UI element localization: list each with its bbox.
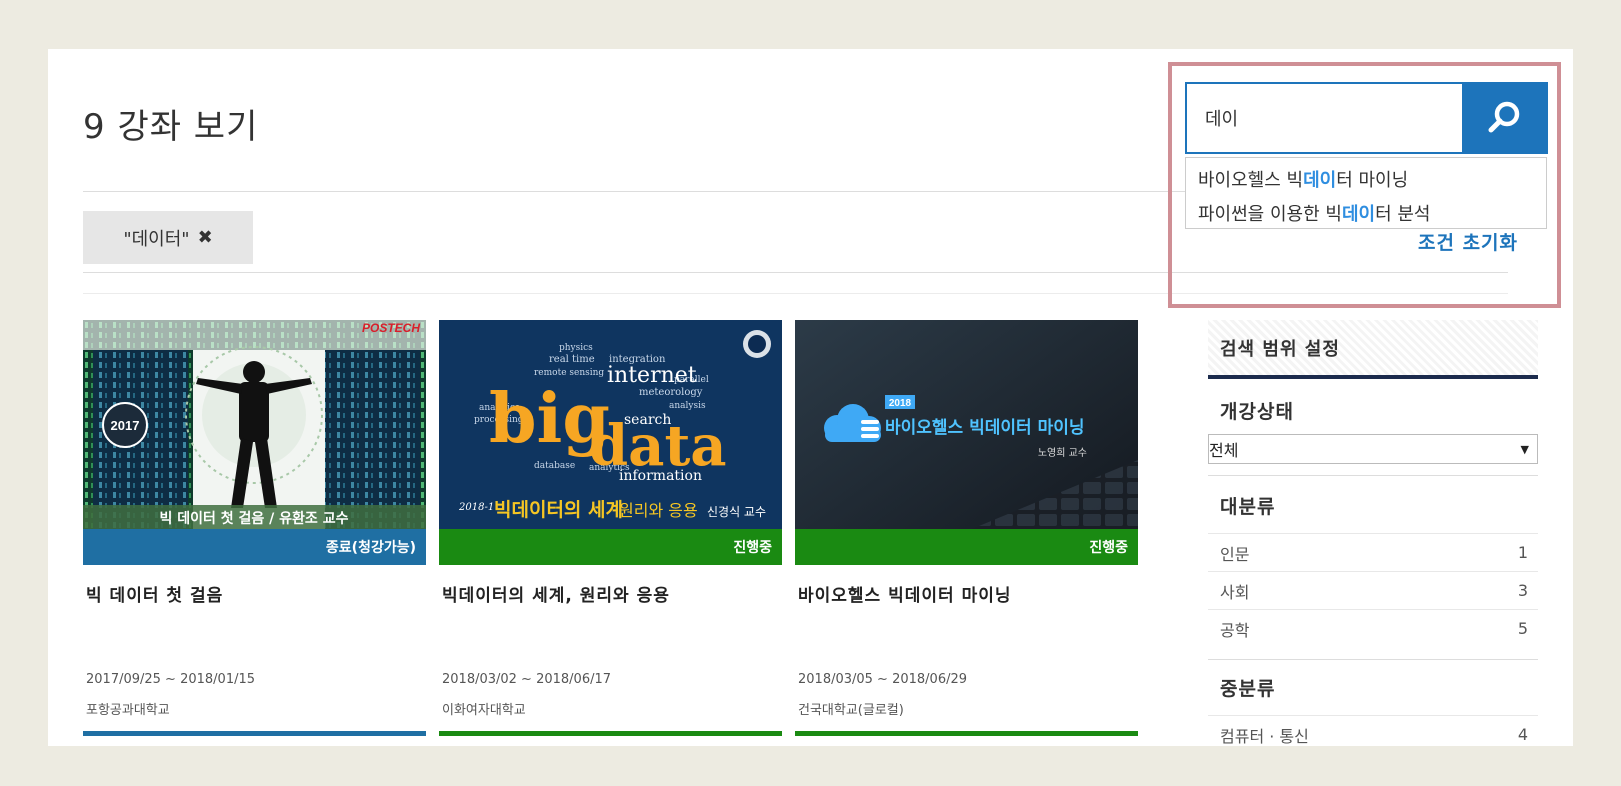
category-count: 5: [1517, 619, 1528, 638]
search-form: [1185, 82, 1548, 154]
status-badge: 진행중: [439, 529, 782, 565]
chevron-down-icon: ▼: [1520, 442, 1529, 456]
sidebar-item-computer[interactable]: 컴퓨터 · 통신 4: [1208, 715, 1538, 746]
suggestion-prefix: 바이오헬스 빅: [1198, 170, 1304, 191]
card-accent-line: [439, 731, 782, 736]
sidebar-item-engineering[interactable]: 공학 5: [1208, 609, 1538, 647]
course-title[interactable]: 바이오헬스 빅데이터 마이닝: [795, 581, 1138, 606]
thumb-professor: 노영희 교수: [1038, 447, 1087, 459]
thumb-term: 2018-1: [458, 502, 494, 513]
course-card[interactable]: 2018 바이오헬스 빅데이터 마이닝 노영희 교수 진행중 바이오헬스 빅데이…: [795, 320, 1138, 736]
sidebar-item-humanities[interactable]: 인문 1: [1208, 533, 1538, 571]
autocomplete-list: 바이오헬스 빅데이터 마이닝 파이썬을 이용한 빅데이터 분석: [1185, 157, 1547, 229]
course-title[interactable]: 빅데이터의 세계, 원리와 응용: [439, 581, 782, 606]
category-count: 4: [1517, 725, 1528, 744]
middle-section-title: 중분류: [1220, 678, 1276, 700]
autocomplete-item[interactable]: 파이썬을 이용한 빅데이터 분석: [1186, 198, 1546, 232]
thumb-word-data: data: [589, 413, 727, 479]
thumb-caption: 바이오헬스 빅데이터 마이닝: [885, 418, 1085, 438]
svg-text:real time: real time: [549, 354, 595, 365]
search-button[interactable]: [1462, 82, 1548, 154]
thumb-year: 2018: [889, 398, 912, 409]
search-scope-sidebar: 검색 범위 설정 개강상태 전체 ▼ 대분류 인문 1 사회 3 공학 5 중분…: [1208, 320, 1538, 746]
sidebar-item-social[interactable]: 사회 3: [1208, 571, 1538, 609]
card-accent-line: [795, 731, 1138, 736]
category-count: 3: [1517, 581, 1528, 600]
search-icon: [1488, 101, 1520, 133]
filter-chip[interactable]: "데이터" ✖: [83, 211, 253, 264]
reset-filters-link[interactable]: 조건 초기화: [1418, 228, 1518, 255]
thumb-caption: 빅 데이터 첫 걸음 / 유환조 교수: [160, 510, 349, 527]
svg-text:database: database: [534, 461, 575, 471]
card-accent-line: [83, 731, 426, 736]
course-card[interactable]: physics real time remote sensing analyti…: [439, 320, 782, 736]
category-name: 공학: [1220, 620, 1250, 640]
course-thumbnail[interactable]: physics real time remote sensing analyti…: [439, 320, 782, 565]
suggestion-match: 데이: [1303, 170, 1337, 191]
autocomplete-item[interactable]: 바이오헬스 빅데이터 마이닝: [1186, 164, 1546, 198]
filter-chip-label: "데이터": [123, 228, 190, 250]
svg-text:remote sensing: remote sensing: [534, 368, 604, 378]
svg-text:meteorology: meteorology: [639, 387, 703, 398]
category-name: 컴퓨터 · 통신: [1220, 726, 1309, 746]
sidebar-heading: 검색 범위 설정: [1208, 320, 1538, 379]
svg-text:analysis: analysis: [669, 401, 706, 411]
suggestion-prefix: 파이썬을 이용한 빅: [1198, 204, 1342, 225]
category-name: 인문: [1220, 544, 1250, 564]
course-school: 이화여자대학교: [442, 703, 526, 718]
svg-text:physics: physics: [559, 343, 593, 353]
course-card[interactable]: 2017 POSTECH 빅 데이터 첫 걸음 / 유환조 교수 종료(청강가능…: [83, 320, 426, 736]
suggestion-match: 데이: [1341, 204, 1376, 225]
course-thumbnail[interactable]: 2017 POSTECH 빅 데이터 첫 걸음 / 유환조 교수 종료(청강가능…: [83, 320, 426, 565]
search-input[interactable]: [1185, 82, 1462, 154]
course-thumbnail[interactable]: 2018 바이오헬스 빅데이터 마이닝 노영희 교수 진행중: [795, 320, 1138, 565]
major-section-title: 대분류: [1220, 496, 1276, 518]
course-dates: 2018/03/02 ~ 2018/06/17: [442, 672, 612, 687]
suggestion-suffix: 터 분석: [1375, 204, 1431, 225]
postech-logo: POSTECH: [362, 321, 420, 335]
course-school: 건국대학교(글로컬): [798, 703, 904, 718]
status-select[interactable]: 전체 ▼: [1208, 434, 1538, 464]
category-name: 사회: [1220, 582, 1250, 602]
divider: [1208, 475, 1538, 476]
course-school: 포항공과대학교: [86, 703, 170, 718]
course-title[interactable]: 빅 데이터 첫 걸음: [83, 581, 426, 606]
status-select-value: 전체: [1209, 441, 1239, 460]
thumb-word-internet: internet: [607, 363, 697, 388]
thumb-caption-a: 빅데이터의 세계: [494, 499, 623, 521]
course-dates: 2017/09/25 ~ 2018/01/15: [86, 672, 256, 687]
close-icon[interactable]: ✖: [198, 227, 213, 248]
thumb-year: 2017: [111, 418, 140, 433]
suggestion-suffix: 터 마이닝: [1336, 170, 1409, 191]
category-count: 1: [1517, 543, 1528, 562]
page-title: 9 강좌 보기: [83, 107, 259, 147]
course-dates: 2018/03/05 ~ 2018/06/29: [798, 672, 968, 687]
status-badge: 진행중: [795, 529, 1138, 565]
thumb-professor: 신경식 교수: [707, 505, 766, 519]
thumb-caption-b: 원리와 응용: [619, 501, 698, 520]
status-section-title: 개강상태: [1220, 401, 1294, 423]
divider: [1208, 659, 1538, 660]
status-badge: 종료(청강가능): [83, 529, 426, 565]
